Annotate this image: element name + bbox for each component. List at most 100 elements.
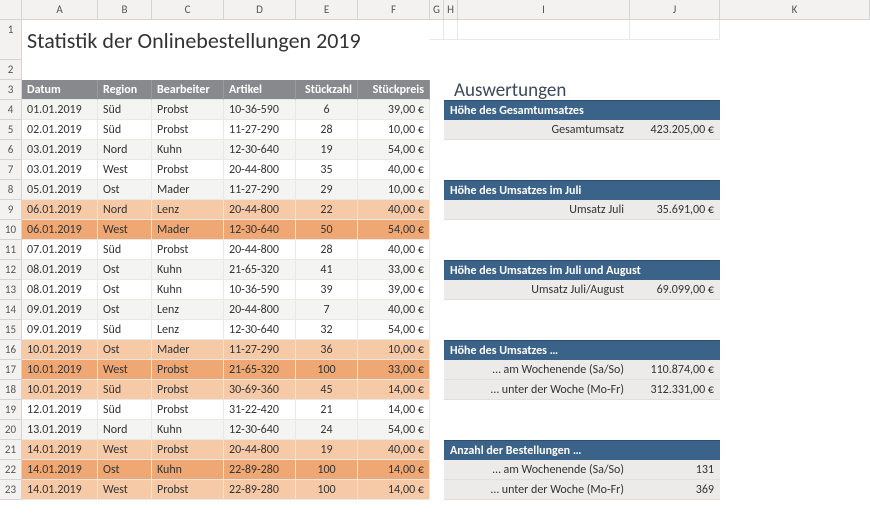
cell-region[interactable]: Ost — [98, 280, 152, 300]
cell-stueckzahl[interactable]: 22 — [296, 200, 358, 220]
row-header-8[interactable]: 8 — [0, 180, 22, 200]
col-header-H[interactable]: H — [444, 0, 458, 20]
row-header-4[interactable]: 4 — [0, 100, 22, 120]
cell-datum[interactable]: 03.01.2019 — [22, 140, 98, 160]
cell-stueckzahl[interactable]: 29 — [296, 180, 358, 200]
row-header-1[interactable]: 1 — [0, 20, 22, 60]
cell-region[interactable]: Süd — [98, 120, 152, 140]
cell-artikel[interactable]: 11-27-290 — [224, 120, 296, 140]
cell-stueckzahl[interactable]: 32 — [296, 320, 358, 340]
cell-region[interactable]: West — [98, 440, 152, 460]
table-header-datum[interactable]: Datum — [22, 80, 98, 100]
cell-artikel[interactable]: 12-30-640 — [224, 320, 296, 340]
row-header-17[interactable]: 17 — [0, 360, 22, 380]
table-header-stückpreis[interactable]: Stückpreis — [358, 80, 430, 100]
row-header-9[interactable]: 9 — [0, 200, 22, 220]
row-header-16[interactable]: 16 — [0, 340, 22, 360]
cell-bearbeiter[interactable]: Probst — [152, 120, 224, 140]
cell-bearbeiter[interactable]: Kuhn — [152, 140, 224, 160]
col-header-I[interactable]: I — [458, 0, 630, 20]
cell-bearbeiter[interactable]: Probst — [152, 380, 224, 400]
cell-region[interactable]: Ost — [98, 180, 152, 200]
cell-stueckpreis[interactable]: 40,00 € — [358, 300, 430, 320]
cell-stueckzahl[interactable]: 28 — [296, 120, 358, 140]
cell-datum[interactable]: 06.01.2019 — [22, 200, 98, 220]
cell-bearbeiter[interactable]: Lenz — [152, 300, 224, 320]
cell-datum[interactable]: 10.01.2019 — [22, 340, 98, 360]
cell-stueckpreis[interactable]: 33,00 € — [358, 360, 430, 380]
col-header-D[interactable]: D — [224, 0, 296, 20]
col-header-E[interactable]: E — [296, 0, 358, 20]
cell-stueckpreis[interactable]: 54,00 € — [358, 320, 430, 340]
row-header-15[interactable]: 15 — [0, 320, 22, 340]
cell-bearbeiter[interactable]: Mader — [152, 180, 224, 200]
cell-artikel[interactable]: 10-36-590 — [224, 280, 296, 300]
col-header-A[interactable]: A — [22, 0, 98, 20]
cell-bearbeiter[interactable]: Mader — [152, 340, 224, 360]
table-header-stückzahl[interactable]: Stückzahl — [296, 80, 358, 100]
cell-stueckpreis[interactable]: 40,00 € — [358, 200, 430, 220]
cell-artikel[interactable]: 22-89-280 — [224, 460, 296, 480]
cell-stueckpreis[interactable]: 14,00 € — [358, 460, 430, 480]
cell-bearbeiter[interactable]: Kuhn — [152, 280, 224, 300]
cell-artikel[interactable]: 21-65-320 — [224, 260, 296, 280]
row-header-2[interactable]: 2 — [0, 60, 22, 80]
cell-datum[interactable]: 02.01.2019 — [22, 120, 98, 140]
cell-datum[interactable]: 14.01.2019 — [22, 480, 98, 500]
row-header-3[interactable]: 3 — [0, 80, 22, 100]
cell-datum[interactable]: 10.01.2019 — [22, 360, 98, 380]
cell-artikel[interactable]: 20-44-800 — [224, 160, 296, 180]
cell-stueckzahl[interactable]: 100 — [296, 460, 358, 480]
cell-artikel[interactable]: 20-44-800 — [224, 240, 296, 260]
cell-stueckpreis[interactable]: 14,00 € — [358, 380, 430, 400]
cell-artikel[interactable]: 20-44-800 — [224, 200, 296, 220]
cell-artikel[interactable]: 11-27-290 — [224, 180, 296, 200]
row-header-22[interactable]: 22 — [0, 460, 22, 480]
table-header-bearbeiter[interactable]: Bearbeiter — [152, 80, 224, 100]
cell-stueckpreis[interactable]: 39,00 € — [358, 280, 430, 300]
cell-region[interactable]: Ost — [98, 340, 152, 360]
row-header-5[interactable]: 5 — [0, 120, 22, 140]
cell-stueckpreis[interactable]: 10,00 € — [358, 180, 430, 200]
cell-bearbeiter[interactable]: Probst — [152, 360, 224, 380]
cell-region[interactable]: Ost — [98, 260, 152, 280]
row-header-19[interactable]: 19 — [0, 400, 22, 420]
cell-bearbeiter[interactable]: Kuhn — [152, 260, 224, 280]
cell-stueckzahl[interactable]: 24 — [296, 420, 358, 440]
cell-stueckzahl[interactable]: 41 — [296, 260, 358, 280]
cell-artikel[interactable]: 21-65-320 — [224, 360, 296, 380]
cell-stueckpreis[interactable]: 54,00 € — [358, 220, 430, 240]
col-header-B[interactable]: B — [98, 0, 152, 20]
col-header-J[interactable]: J — [630, 0, 720, 20]
cell-datum[interactable]: 09.01.2019 — [22, 300, 98, 320]
cell-artikel[interactable]: 22-89-280 — [224, 480, 296, 500]
cell-datum[interactable]: 09.01.2019 — [22, 320, 98, 340]
cell-artikel[interactable]: 10-36-590 — [224, 100, 296, 120]
cell-region[interactable]: Süd — [98, 320, 152, 340]
row-header-10[interactable]: 10 — [0, 220, 22, 240]
cell-stueckzahl[interactable]: 36 — [296, 340, 358, 360]
cell-datum[interactable]: 01.01.2019 — [22, 100, 98, 120]
cell-region[interactable]: West — [98, 480, 152, 500]
cell-artikel[interactable]: 11-27-290 — [224, 340, 296, 360]
row-header-11[interactable]: 11 — [0, 240, 22, 260]
cell-stueckzahl[interactable]: 39 — [296, 280, 358, 300]
cell-datum[interactable]: 14.01.2019 — [22, 460, 98, 480]
cell-stueckpreis[interactable]: 10,00 € — [358, 120, 430, 140]
table-header-region[interactable]: Region — [98, 80, 152, 100]
cell-datum[interactable]: 14.01.2019 — [22, 440, 98, 460]
cell-region[interactable]: Nord — [98, 140, 152, 160]
cell-region[interactable]: Nord — [98, 420, 152, 440]
cell-stueckzahl[interactable]: 35 — [296, 160, 358, 180]
cell-bearbeiter[interactable]: Kuhn — [152, 460, 224, 480]
row-header-12[interactable]: 12 — [0, 260, 22, 280]
cell-stueckpreis[interactable]: 33,00 € — [358, 260, 430, 280]
cell-stueckpreis[interactable]: 14,00 € — [358, 480, 430, 500]
cell-bearbeiter[interactable]: Probst — [152, 240, 224, 260]
cell-stueckzahl[interactable]: 7 — [296, 300, 358, 320]
row-header-6[interactable]: 6 — [0, 140, 22, 160]
cell-bearbeiter[interactable]: Probst — [152, 160, 224, 180]
cell-stueckzahl[interactable]: 50 — [296, 220, 358, 240]
cell-artikel[interactable]: 12-30-640 — [224, 140, 296, 160]
cell-stueckpreis[interactable]: 40,00 € — [358, 160, 430, 180]
